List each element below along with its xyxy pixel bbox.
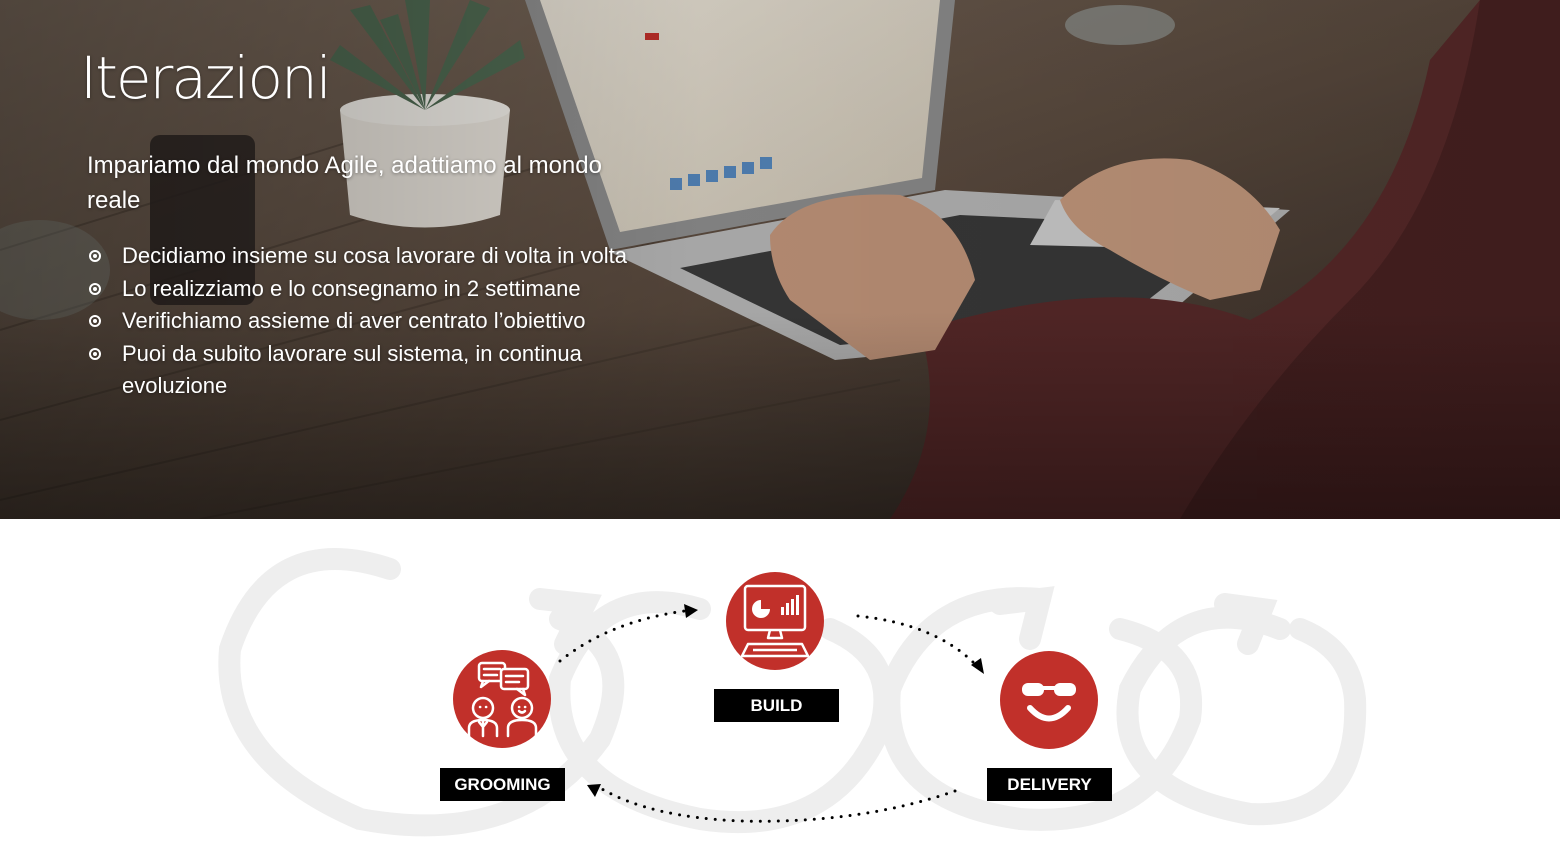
build-label: BUILD xyxy=(714,689,839,722)
slide-title: Iterazioni xyxy=(80,44,332,112)
bullet-item: Lo realizziamo e lo consegnamo in 2 sett… xyxy=(87,273,687,306)
grooming-label: GROOMING xyxy=(440,768,565,801)
arrowhead-icon xyxy=(971,658,984,674)
bullet-icon xyxy=(89,282,101,295)
bullet-icon xyxy=(89,315,101,327)
slide-subtitle: Impariamo dal mondo Agile, adattiamo al … xyxy=(87,152,602,214)
people-chat-icon xyxy=(467,661,538,738)
computer-dashboard-icon xyxy=(740,584,810,658)
bullet-text: Decidiamo insieme su cosa lavorare di vo… xyxy=(122,243,628,268)
bullet-icon xyxy=(89,250,101,262)
delivery-label: DELIVERY xyxy=(987,768,1112,801)
grooming-step xyxy=(453,650,551,748)
bullet-text: Lo realizziamo e lo consegnamo in 2 sett… xyxy=(122,275,581,301)
bullet-item: Verifichiamo assieme di aver centrato l’… xyxy=(87,305,687,338)
iteration-cycle-diagram: GROOMING BUILD DELIVERY xyxy=(0,519,1560,862)
sunglasses-smiley-icon xyxy=(1022,683,1076,722)
delivery-step xyxy=(1000,651,1098,749)
bullet-icon xyxy=(89,347,101,360)
bullet-list: Decidiamo insieme su cosa lavorare di vo… xyxy=(87,240,687,403)
bullet-item: Decidiamo insieme su cosa lavorare di vo… xyxy=(87,240,687,273)
bullet-text: Puoi da subito lavorare sul sistema, in … xyxy=(122,340,582,399)
bullet-text: Verifichiamo assieme di aver centrato l’… xyxy=(122,308,586,333)
bullet-item: Puoi da subito lavorare sul sistema, in … xyxy=(87,338,687,403)
build-step xyxy=(726,572,824,670)
hero-banner: Iterazioni Impariamo dal mondo Agile, ad… xyxy=(0,0,1560,519)
